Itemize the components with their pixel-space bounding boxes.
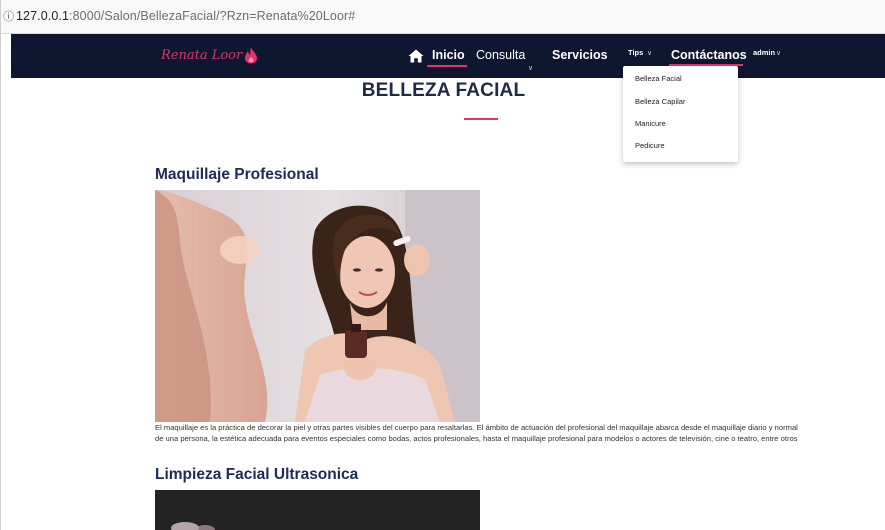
section-title-limpieza-facial: Limpieza Facial Ultrasonica bbox=[155, 466, 359, 483]
browser-page: ⓘ 127.0.0.1:8000/Salon/BellezaFacial/?Rz… bbox=[0, 0, 885, 530]
url-path: :8000/Salon/BellezaFacial/?Rzn=Renata%20… bbox=[69, 9, 356, 23]
chevron-down-icon[interactable]: ∨ bbox=[528, 64, 533, 72]
url-host: 127.0.0.1 bbox=[16, 9, 70, 23]
address-bar[interactable]: ⓘ 127.0.0.1:8000/Salon/BellezaFacial/?Rz… bbox=[1, 0, 885, 34]
brand-logo-text[interactable]: Renata Loor bbox=[161, 48, 242, 63]
navbar: Renata Loor Inicio Consulta ∨ Servicios … bbox=[11, 34, 885, 78]
info-icon[interactable]: ⓘ bbox=[3, 10, 14, 24]
section-description-maquillaje: El maquillaje es la práctica de decorar … bbox=[155, 423, 798, 443]
nav-tips[interactable]: Tips bbox=[628, 48, 643, 57]
dropdown-item-manicure[interactable]: Manicure bbox=[635, 119, 666, 128]
nav-inicio-underline bbox=[427, 65, 467, 67]
section-title-maquillaje: Maquillaje Profesional bbox=[155, 166, 319, 183]
dropdown-item-pedicure[interactable]: Pedicure bbox=[635, 141, 665, 150]
makeup-photo bbox=[155, 190, 480, 422]
nav-inicio[interactable]: Inicio bbox=[432, 48, 465, 62]
nav-admin[interactable]: admin bbox=[753, 48, 775, 57]
flame-drop-icon[interactable] bbox=[243, 46, 259, 64]
page-title: BELLEZA FACIAL bbox=[361, 80, 526, 101]
facial-cleansing-photo bbox=[155, 490, 480, 530]
nav-consulta[interactable]: Consulta bbox=[476, 48, 525, 62]
nav-servicios[interactable]: Servicios bbox=[552, 48, 608, 62]
url-text[interactable]: 127.0.0.1:8000/Salon/BellezaFacial/?Rzn=… bbox=[16, 9, 355, 23]
nav-contactanos[interactable]: Contáctanos bbox=[671, 48, 747, 62]
chevron-down-icon[interactable]: ∨ bbox=[776, 49, 781, 57]
title-divider bbox=[464, 118, 498, 120]
chevron-down-icon[interactable]: ∨ bbox=[647, 49, 652, 57]
home-icon[interactable] bbox=[408, 49, 424, 63]
